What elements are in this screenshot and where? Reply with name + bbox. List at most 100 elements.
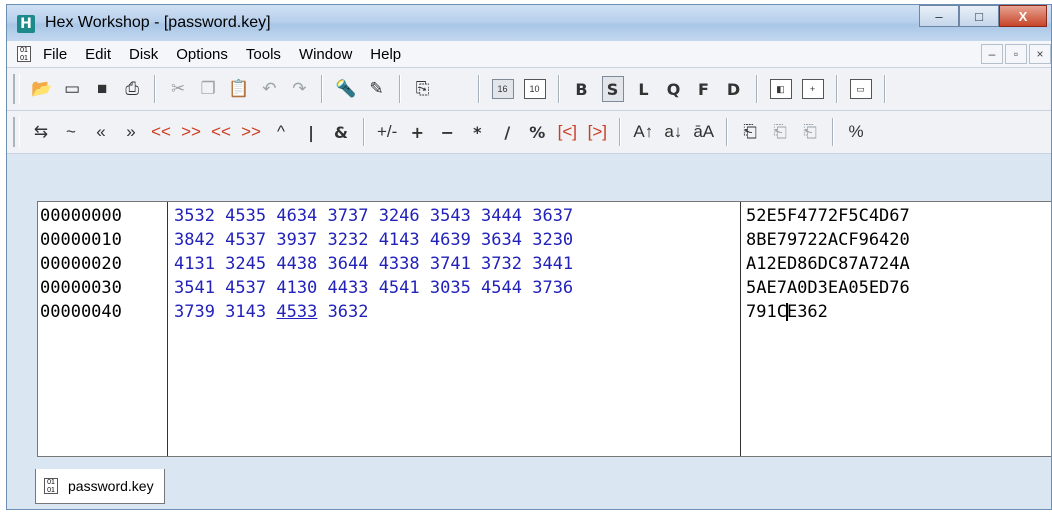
multiply-icon[interactable]: * [467, 120, 487, 144]
compare-files-icon[interactable]: ⎗ [800, 120, 820, 144]
shift-left-icon[interactable]: « [91, 120, 111, 144]
short-type-button[interactable]: S [601, 76, 624, 102]
ascii-text: E362 [786, 302, 828, 322]
save-as-icon[interactable]: ▭ [62, 77, 82, 101]
hex-row[interactable]: 3532 4535 4634 3737 3246 3543 3444 3637 [174, 204, 573, 228]
hex-editor-view[interactable]: 00000000 00000010 00000020 00000030 0000… [37, 201, 1051, 457]
hex-row[interactable]: 3842 4537 3937 3232 4143 4639 3634 3230 [174, 228, 573, 252]
mdi-client: 00000000 00000010 00000020 00000030 0000… [7, 155, 1051, 509]
minimize-button[interactable]: – [919, 5, 959, 27]
standard-toolbar: 📂 ▭ ■ ⎙ ✂ ❐ 📋 ↶ ↷ 🔦 ✎ ⎘ 16 10 B S L Q F … [7, 68, 1051, 111]
copy-icon[interactable]: ❐ [198, 77, 218, 101]
modulus-icon[interactable]: % [527, 120, 547, 144]
replace-icon[interactable]: ✎ [367, 77, 387, 101]
menu-window[interactable]: Window [299, 46, 352, 63]
structure-icon[interactable]: ⎗ [770, 120, 790, 144]
mdi-close-button[interactable]: × [1029, 44, 1051, 64]
add-icon[interactable]: + [407, 120, 427, 144]
ascii-row[interactable]: 8BE79722ACF96420 [746, 228, 910, 252]
hex-row[interactable]: 3541 4537 4130 4433 4541 3035 4544 3736 [174, 276, 573, 300]
address-cell: 00000040 [40, 302, 122, 322]
window-title: Hex Workshop - [password.key] [45, 14, 271, 31]
xor-icon[interactable]: ^ [271, 120, 291, 144]
hex-column[interactable]: 3532 4535 4634 3737 3246 3543 3444 3637 … [168, 202, 741, 456]
tab-label: password.key [68, 478, 154, 494]
checksum-icon[interactable]: ⎗ [740, 120, 760, 144]
ascii-row[interactable]: 791CE362 [746, 300, 828, 324]
decimal-base-button[interactable]: 10 [523, 79, 546, 99]
max-icon[interactable]: [>] [587, 120, 607, 144]
invert-case-icon[interactable]: āA [693, 120, 714, 144]
maximize-button[interactable]: □ [959, 5, 999, 27]
title-bar[interactable]: H Hex Workshop - [password.key] – □ X [7, 5, 1051, 41]
menu-disk[interactable]: Disk [129, 46, 158, 63]
divide-icon[interactable]: / [497, 120, 517, 144]
and-icon[interactable]: & [331, 120, 351, 144]
menu-bar: 01 01 File Edit Disk Options Tools Window… [7, 41, 1051, 68]
address-column: 00000000 00000010 00000020 00000030 0000… [38, 202, 168, 456]
hex-cursor-char: 4 [276, 302, 287, 322]
toolbar-grip[interactable] [13, 117, 20, 147]
uppercase-icon[interactable]: A↑ [633, 120, 653, 144]
operations-toolbar: ⇆ ~ « » << >> << >> ^ | & +/- + − * / % … [7, 111, 1051, 154]
block-shift-left-icon[interactable]: << [211, 120, 231, 144]
insert-icon[interactable]: + [801, 79, 824, 99]
swap-icon[interactable]: ⇆ [31, 120, 51, 144]
ascii-text: 791C [746, 302, 787, 322]
hex-text: 3739 3143 [174, 302, 277, 322]
redo-icon[interactable]: ↷ [289, 77, 309, 101]
hex-workshop-icon: H [17, 15, 35, 33]
hex-text: 3632 [317, 302, 369, 322]
open-icon[interactable]: 📂 [31, 77, 52, 101]
subtract-icon[interactable]: − [437, 120, 457, 144]
min-icon[interactable]: [<] [557, 120, 577, 144]
bookmark-icon[interactable]: ◧ [769, 79, 792, 99]
document-tab-bar: 01 01 password.key [27, 465, 1047, 509]
not-icon[interactable]: ~ [61, 120, 81, 144]
hex-row[interactable]: 4131 3245 4438 3644 4338 3741 3732 3441 [174, 252, 573, 276]
close-button[interactable]: X [999, 5, 1047, 27]
mdi-minimize-button[interactable]: – [981, 44, 1003, 64]
negate-icon[interactable]: +/- [377, 120, 397, 144]
ascii-row[interactable]: A12ED86DC87A724A [746, 252, 910, 276]
goto-icon[interactable]: ⎘ [413, 77, 433, 101]
or-icon[interactable]: | [301, 120, 321, 144]
print-icon[interactable]: ⎙ [122, 77, 142, 101]
ascii-row[interactable]: 5AE7A0D3EA05ED76 [746, 276, 910, 300]
document-system-menu-icon[interactable]: 01 01 [17, 46, 31, 62]
percent-icon[interactable]: % [846, 120, 866, 144]
hex-base-button[interactable]: 16 [491, 79, 514, 99]
hex-row[interactable]: 3739 3143 4533 3632 [174, 300, 369, 324]
double-type-button[interactable]: D [724, 77, 744, 101]
rotate-left-icon[interactable]: << [151, 120, 171, 144]
toolbar-grip[interactable] [13, 74, 20, 104]
find-icon[interactable]: 🔦 [335, 77, 356, 101]
float-type-button[interactable]: F [694, 77, 714, 101]
long-type-button[interactable]: L [634, 77, 654, 101]
ascii-row[interactable]: 52E5F4772F5C4D67 [746, 204, 910, 228]
address-cell: 00000030 [40, 278, 122, 298]
menu-file[interactable]: File [43, 46, 67, 63]
app-window: H Hex Workshop - [password.key] – □ X 01… [6, 4, 1052, 510]
tab-password-key[interactable]: 01 01 password.key [35, 469, 165, 504]
save-icon[interactable]: ■ [92, 77, 112, 101]
shift-right-icon[interactable]: » [121, 120, 141, 144]
ascii-column[interactable]: 52E5F4772F5C4D67 8BE79722ACF96420 A12ED8… [741, 202, 1051, 456]
menu-help[interactable]: Help [370, 46, 401, 63]
quad-type-button[interactable]: Q [664, 77, 684, 101]
undo-icon[interactable]: ↶ [259, 77, 279, 101]
address-cell: 00000010 [40, 230, 122, 250]
cut-icon[interactable]: ✂ [168, 77, 188, 101]
menu-options[interactable]: Options [176, 46, 228, 63]
menu-tools[interactable]: Tools [246, 46, 281, 63]
address-cell: 00000020 [40, 254, 122, 274]
menu-edit[interactable]: Edit [85, 46, 111, 63]
lowercase-icon[interactable]: a↓ [663, 120, 683, 144]
mdi-restore-button[interactable]: ▫ [1005, 44, 1027, 64]
compare-icon[interactable]: ▭ [849, 79, 872, 99]
rotate-right-icon[interactable]: >> [181, 120, 201, 144]
paste-icon[interactable]: 📋 [228, 77, 249, 101]
block-shift-right-icon[interactable]: >> [241, 120, 261, 144]
byte-type-button[interactable]: B [572, 77, 592, 101]
hex-cursor-word[interactable]: 4533 [276, 302, 317, 322]
